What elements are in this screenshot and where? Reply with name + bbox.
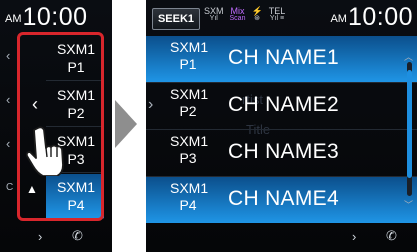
sxm-signal-icon: SXM Yıl	[204, 6, 224, 23]
chevron-left-icon[interactable]: ‹	[6, 136, 10, 151]
channel-name: CH NAME3	[228, 140, 339, 163]
channel-band: SXM1	[170, 86, 209, 102]
channel-list-screen: SEEK1 SXM Yıl Mix Scan ⚡ ⊛ TEL Yıl ≡ AM10:00…	[146, 0, 417, 252]
bluetooth-icon: ⚡ ⊛	[251, 6, 263, 23]
channel-preset: P4	[179, 197, 197, 213]
phone-icon[interactable]: ✆	[386, 228, 397, 244]
channel-name: CH NAME1	[228, 46, 339, 69]
clock-am: AM	[5, 13, 22, 25]
channel-row-2[interactable]: SXM1 P2 CH NAME2	[146, 83, 417, 130]
channel-row-3[interactable]: SXM1 P3 CH NAME3	[146, 130, 417, 177]
tel-signal-icon: TEL Yıl ≡	[268, 6, 286, 23]
channel-band: SXM1	[170, 133, 209, 149]
channel-preset: P1	[179, 56, 197, 72]
scrollbar[interactable]	[407, 62, 412, 196]
clock: AM10:00	[330, 3, 413, 32]
channel-name: CH NAME4	[228, 187, 339, 210]
clock-am: AM	[330, 13, 347, 25]
clock-time: 10:00	[22, 3, 88, 31]
phone-icon[interactable]: ✆	[72, 228, 83, 244]
channel-preset: P2	[179, 103, 197, 119]
info-glyph: C	[6, 182, 14, 193]
channel-row-1[interactable]: SXM1 P1 CH NAME1	[146, 36, 417, 83]
transition-arrow-icon	[115, 100, 137, 148]
chevron-left-icon[interactable]: ‹	[6, 48, 10, 63]
seek-button[interactable]: SEEK1	[152, 8, 200, 30]
scrollbar-thumb[interactable]	[407, 70, 412, 178]
pointing-hand-icon	[25, 126, 64, 176]
status-icons: SXM Yıl Mix Scan ⚡ ⊛ TEL Yıl ≡	[204, 7, 285, 23]
chevron-left-icon[interactable]: ‹	[6, 92, 10, 107]
clock: AM10:00	[5, 3, 88, 32]
channel-name: CH NAME2	[228, 93, 339, 116]
chevron-right-icon[interactable]: ›	[352, 229, 356, 244]
channel-band: SXM1	[170, 180, 209, 196]
mix-scan-icon: Mix Scan	[229, 6, 246, 23]
channel-band: SXM1	[170, 39, 209, 55]
scroll-down-icon[interactable]: ﹀	[404, 198, 413, 211]
clock-time: 10:00	[347, 3, 413, 31]
chevron-right-icon[interactable]: ›	[38, 229, 42, 244]
channel-row-4[interactable]: SXM1 P4 CH NAME4	[146, 177, 417, 223]
channel-preset: P3	[179, 150, 197, 166]
